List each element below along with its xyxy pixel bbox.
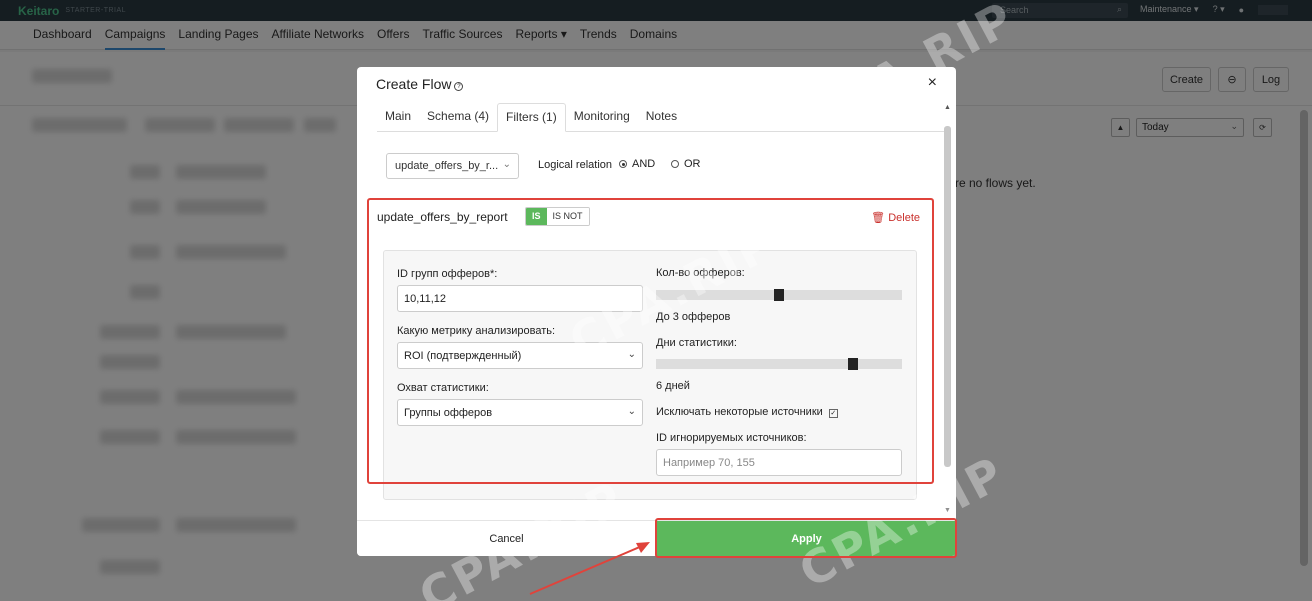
tab-filters[interactable]: Filters (1) — [497, 103, 566, 132]
filter-highlight-box — [367, 198, 934, 484]
modal-scrollbar[interactable] — [944, 126, 951, 467]
modal-title-text: Create Flow — [376, 76, 452, 92]
logic-and-label: AND — [632, 158, 656, 170]
modal-title: Create Flow? — [376, 76, 464, 92]
radio-dot-icon — [671, 160, 679, 168]
chevron-down-icon: ⌄ — [502, 159, 511, 170]
scroll-up-icon[interactable]: ▲ — [944, 104, 951, 111]
add-filter-select[interactable]: update_offers_by_r... ⌄ — [386, 153, 519, 179]
help-icon[interactable]: ? — [454, 82, 464, 91]
logic-and-radio[interactable]: AND — [619, 158, 655, 170]
tab-main[interactable]: Main — [377, 103, 419, 131]
logic-or-radio[interactable]: OR — [671, 158, 701, 170]
apply-highlight-box — [655, 518, 957, 558]
tab-notes[interactable]: Notes — [638, 103, 685, 131]
tab-monitoring[interactable]: Monitoring — [566, 103, 638, 131]
add-filter-value: update_offers_by_r... — [395, 160, 499, 172]
radio-dot-icon — [619, 160, 627, 168]
tab-schema[interactable]: Schema (4) — [419, 103, 497, 131]
logic-or-label: OR — [684, 158, 701, 170]
logical-relation-label: Logical relation — [538, 159, 612, 171]
